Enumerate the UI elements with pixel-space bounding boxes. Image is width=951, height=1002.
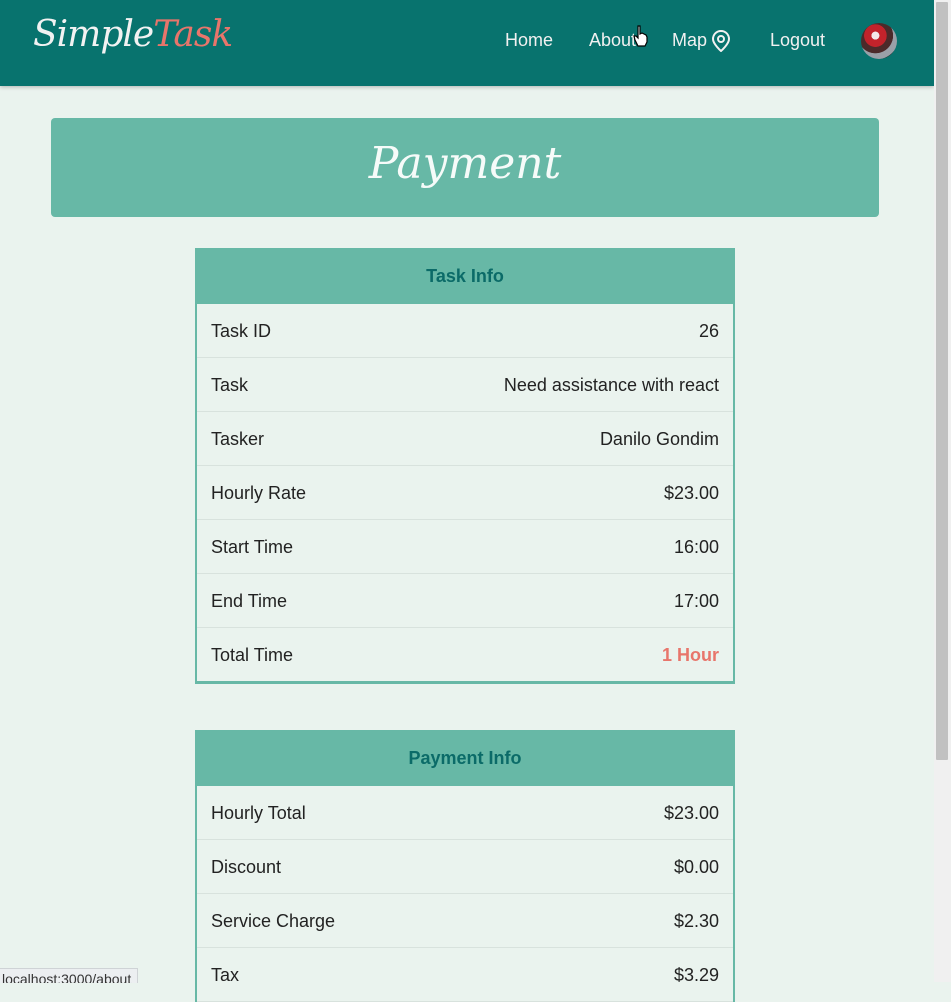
row-value: $0.00 (673, 857, 719, 877)
row-value: $3.29 (673, 965, 719, 985)
row-label: Tax (211, 965, 240, 985)
brand-part-task: Task (153, 14, 233, 55)
row-value: $2.30 (673, 911, 719, 931)
row-value: $23.00 (663, 803, 719, 823)
table-row: Tasker Danilo Gondim (197, 412, 733, 466)
status-bar-url: localhost:3000/about (0, 968, 139, 983)
nav-home-link[interactable]: Home (505, 30, 553, 51)
row-label: Hourly Total (211, 803, 306, 823)
nav-map-link[interactable]: Map (672, 30, 707, 51)
row-value: 17:00 (673, 591, 719, 611)
row-label: Task (211, 375, 249, 395)
hand-cursor-icon (633, 25, 648, 47)
payment-info-heading: Payment Info (197, 730, 733, 786)
table-row: Tax $3.29 (197, 948, 733, 1002)
row-value: 16:00 (673, 537, 719, 557)
table-row: Task ID 26 (197, 304, 733, 358)
map-pin-icon[interactable] (711, 30, 731, 52)
payment-info-card: Payment Info Hourly Total $23.00 Discoun… (195, 730, 735, 1002)
row-label: Hourly Rate (211, 483, 307, 503)
user-avatar[interactable] (861, 23, 897, 59)
page-title: Payment (368, 138, 562, 189)
table-row: End Time 17:00 (197, 574, 733, 628)
row-label: Tasker (211, 429, 265, 449)
row-label: Service Charge (211, 911, 336, 931)
row-value: 26 (698, 321, 719, 341)
table-row: Discount $0.00 (197, 840, 733, 894)
table-row: Start Time 16:00 (197, 520, 733, 574)
task-info-heading: Task Info (197, 248, 733, 304)
scrollbar-thumb[interactable] (936, 2, 948, 760)
task-info-card: Task Info Task ID 26 Task Need assistanc… (195, 248, 735, 684)
row-label: Total Time (211, 645, 294, 665)
table-row: Hourly Total $23.00 (197, 786, 733, 840)
row-value: Danilo Gondim (599, 429, 719, 449)
table-row: Task Need assistance with react (197, 358, 733, 412)
nav-about-link[interactable]: About (589, 30, 636, 51)
table-row: Hourly Rate $23.00 (197, 466, 733, 520)
row-label: Task ID (211, 321, 272, 341)
page-scrollbar[interactable] (934, 0, 951, 982)
row-label: Discount (211, 857, 282, 877)
top-navbar: SimpleTask Home About Map Logout (0, 0, 934, 86)
total-time-value: 1 Hour (661, 645, 719, 665)
row-label: Start Time (211, 537, 294, 557)
nav-logout-link[interactable]: Logout (770, 30, 825, 51)
table-row: Service Charge $2.30 (197, 894, 733, 948)
row-value: $23.00 (663, 483, 719, 503)
table-row: Total Time 1 Hour (197, 628, 733, 684)
row-label: End Time (211, 591, 288, 611)
brand-part-simple: Simple (33, 14, 154, 55)
page-title-banner: Payment (51, 118, 879, 217)
brand-logo[interactable]: SimpleTask (33, 14, 233, 55)
row-value: Need assistance with react (503, 375, 719, 395)
